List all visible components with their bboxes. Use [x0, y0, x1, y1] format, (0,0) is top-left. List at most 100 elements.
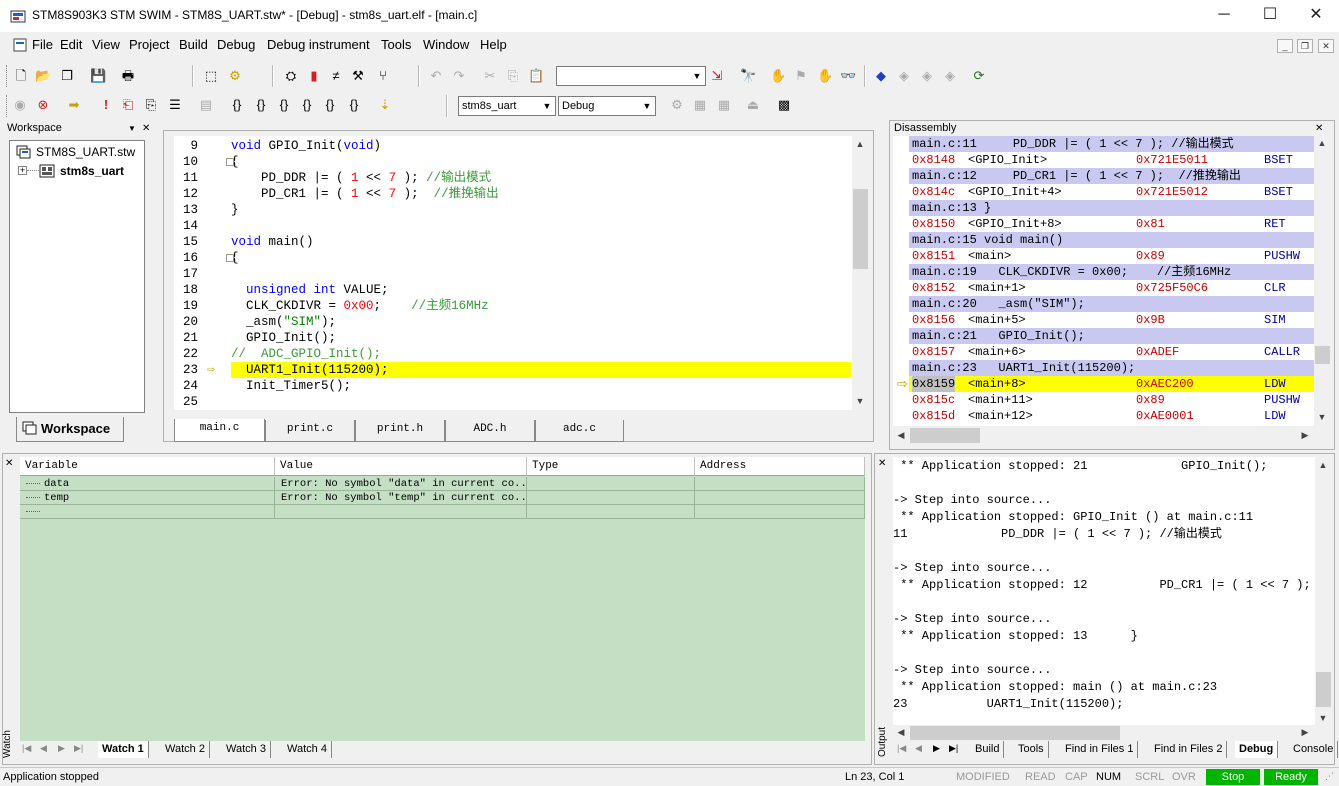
run-to-cursor-icon[interactable]: {} — [346, 97, 362, 113]
close-icon[interactable]: ✕ — [142, 122, 150, 135]
print-icon[interactable]: 🖶 — [120, 68, 136, 84]
find-in-files-icon[interactable]: 🔭 — [740, 68, 756, 84]
find-combo[interactable]: ▼ — [556, 66, 706, 86]
watch-header-variable[interactable]: Variable — [20, 457, 275, 476]
scroll-thumb[interactable] — [1316, 672, 1331, 707]
scroll-thumb[interactable] — [910, 428, 980, 443]
scroll-up-icon[interactable]: ▲ — [1314, 138, 1330, 148]
tab-print-h[interactable]: print.h — [355, 420, 445, 442]
output-tab-find2[interactable]: Find in Files 2 — [1150, 741, 1228, 758]
code-editor[interactable]: 9 void GPIO_Init(void) 10{11 PD_DDR |= ( 1… — [174, 136, 852, 410]
branch-icon[interactable]: ⑂ — [375, 68, 391, 84]
disasm-source-row[interactable]: main.c:20 _asm("SIM"); — [909, 296, 1314, 312]
step-into-asm-icon[interactable]: {} — [299, 97, 315, 113]
watch-tab-3[interactable]: Watch 3 — [222, 741, 271, 758]
breakpoint-hand-icon[interactable]: ✋ — [817, 68, 833, 84]
next-tab-icon[interactable]: ▶ — [933, 743, 940, 754]
menu-edit[interactable]: Edit — [60, 37, 82, 52]
save-icon[interactable]: 💾 — [90, 68, 106, 84]
build-icon[interactable]: ▮ — [306, 68, 322, 84]
new-file-icon[interactable]: 🗋 — [13, 68, 29, 84]
watch-tab-4[interactable]: Watch 4 — [283, 741, 332, 758]
next-tab-icon[interactable]: ▶ — [58, 743, 65, 754]
watch-grid[interactable]: Variable Value Type Address data Error: N… — [20, 457, 865, 741]
hand-icon[interactable]: ✋ — [770, 68, 786, 84]
disassembly-vertical-scrollbar[interactable]: ▲ ▼ — [1314, 136, 1331, 426]
watch-cell-type[interactable] — [527, 491, 695, 505]
expand-icon[interactable]: + — [18, 166, 27, 175]
disasm-source-row[interactable]: main.c:23 UART1_Init(115200); — [909, 360, 1314, 376]
disasm-source-row[interactable]: main.c:21 GPIO_Init(); — [909, 328, 1314, 344]
close-icon[interactable]: ✕ — [878, 458, 886, 469]
watch-header-type[interactable]: Type — [527, 457, 695, 476]
rebuild-icon[interactable]: ⚒ — [350, 68, 366, 84]
disasm-instruction-row[interactable]: 0x8159 <main+8> 0xAEC200 LDW — [909, 376, 1314, 392]
open-folder-icon[interactable]: 📂 — [35, 68, 51, 84]
cut-icon[interactable]: ✂ — [482, 68, 498, 84]
scroll-down-icon[interactable]: ▼ — [1314, 412, 1330, 422]
close-icon[interactable]: ✕ — [5, 458, 13, 469]
step-out-icon[interactable]: {} — [276, 97, 292, 113]
menu-file[interactable]: File — [32, 37, 53, 52]
workspace-icon[interactable]: ⬚ — [203, 68, 219, 84]
watch-cell-var[interactable] — [20, 505, 275, 519]
new-window-icon[interactable]: ❐ — [59, 68, 75, 84]
scroll-left-icon[interactable]: ◀ — [893, 430, 909, 441]
scroll-left-icon[interactable]: ◀ — [893, 727, 909, 738]
output-tab-tools[interactable]: Tools — [1014, 741, 1049, 758]
disasm-source-row[interactable]: main.c:15 void main() — [909, 232, 1314, 248]
step-over-icon[interactable]: {} — [253, 97, 269, 113]
menu-view[interactable]: View — [92, 37, 120, 52]
bookmark-toggle-icon[interactable]: ◆ — [873, 68, 889, 84]
workspace-root-item[interactable]: STM8S_UART.stw — [36, 145, 135, 159]
last-tab-icon[interactable]: ▶| — [949, 743, 958, 754]
bookmark-prev-icon[interactable]: ◈ — [919, 68, 935, 84]
disasm-instruction-row[interactable]: 0x8151 <main> 0x89 PUSHW — [909, 248, 1314, 264]
mdi-minimize-button[interactable]: _ — [1277, 39, 1293, 53]
disasm-instruction-row[interactable]: 0x814c <GPIO_Init+4> 0x721E5012 BSET — [909, 184, 1314, 200]
watch-tab-2[interactable]: Watch 2 — [161, 741, 210, 758]
output-tab-build[interactable]: Build — [971, 741, 1005, 758]
bookmark-next-icon[interactable]: ◈ — [896, 68, 912, 84]
reset-icon[interactable]: ⎗ — [120, 97, 136, 113]
compile-icon[interactable]: ⛭ — [283, 68, 299, 84]
fold-icon[interactable] — [226, 158, 234, 166]
editor-vertical-scrollbar[interactable]: ▲ ▼ — [852, 136, 869, 410]
list-icon[interactable]: ☰ — [167, 97, 183, 113]
disasm-instruction-row[interactable]: 0x8157 <main+6> 0xADEF CALLR — [909, 344, 1314, 360]
disasm-instruction-row[interactable]: 0x8150 <GPIO_Init+8> 0x81 RET — [909, 216, 1314, 232]
watch-cell-address[interactable] — [695, 477, 865, 491]
watch-cell-var[interactable]: data — [20, 477, 275, 491]
source-icon[interactable]: ▤ — [198, 97, 214, 113]
disassembly-view[interactable]: main.c:11 PD_DDR |= ( 1 << 7 ); //输出模式 0x… — [909, 136, 1314, 426]
find-next-icon[interactable]: ⇲ — [709, 68, 725, 84]
output-horizontal-scrollbar[interactable]: ◀ ▶ — [893, 725, 1315, 741]
watch-tab-1[interactable]: Watch 1 — [98, 741, 149, 758]
project-item[interactable]: stm8s_uart — [60, 164, 124, 178]
mdi-close-button[interactable]: ✕ — [1318, 39, 1334, 53]
chevron-down-icon[interactable]: ▼ — [539, 97, 555, 115]
menu-build[interactable]: Build — [179, 37, 208, 52]
menu-debug-instrument[interactable]: Debug instrument — [267, 37, 370, 52]
build-all-icon[interactable]: ▦ — [692, 97, 708, 113]
resize-grip-icon[interactable]: ⋰ — [1325, 771, 1334, 782]
chevron-down-icon[interactable]: ▼ — [639, 97, 655, 115]
copy-icon[interactable]: ⎘ — [505, 68, 521, 84]
output-tab-find1[interactable]: Find in Files 1 — [1061, 741, 1139, 758]
menu-tools[interactable]: Tools — [381, 37, 411, 52]
tab-main-c[interactable]: main.c — [174, 419, 265, 442]
go-icon[interactable]: ➡ — [66, 97, 82, 113]
scroll-thumb[interactable] — [1315, 346, 1330, 364]
rebuild-all-icon[interactable]: ▦ — [716, 97, 732, 113]
restart-icon[interactable]: ⎘ — [143, 97, 159, 113]
watch-cell-value[interactable] — [275, 505, 527, 519]
disasm-source-row[interactable]: main.c:13 } — [909, 200, 1314, 216]
disasm-source-row[interactable]: main.c:12 PD_CR1 |= ( 1 << 7 ); //推挽输出 — [909, 168, 1314, 184]
settings-icon[interactable]: ⚙ — [227, 68, 243, 84]
step-into-icon[interactable]: {} — [229, 97, 245, 113]
disasm-instruction-row[interactable]: 0x8148 <GPIO_Init> 0x721E5011 BSET — [909, 152, 1314, 168]
undo-icon[interactable]: ↶ — [428, 68, 444, 84]
set-pc-icon[interactable]: ⇣ — [377, 97, 393, 113]
not-equal-icon[interactable]: ≠ — [328, 68, 344, 84]
maximize-button[interactable]: ☐ — [1247, 0, 1293, 32]
